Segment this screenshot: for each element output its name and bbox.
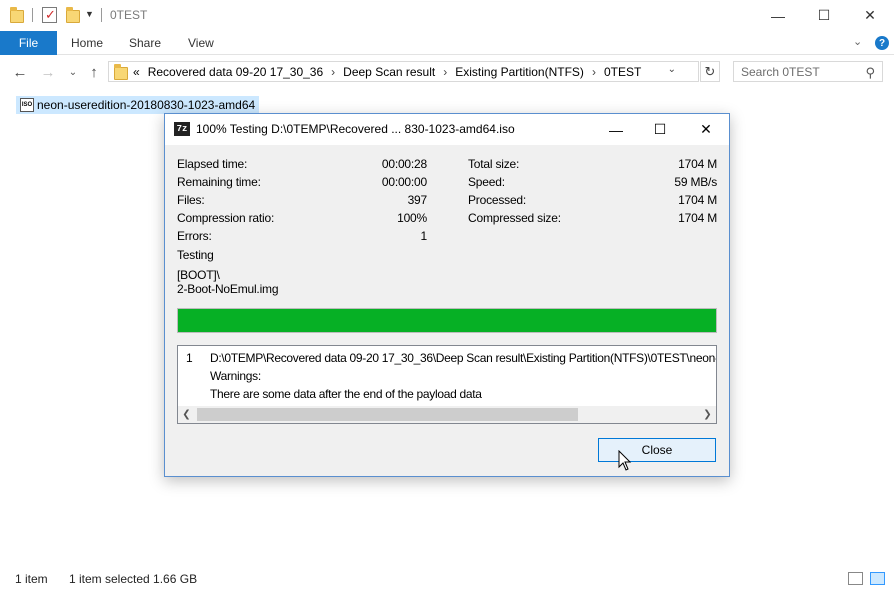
chevron-down-icon[interactable]: ⌄ xyxy=(668,64,676,75)
folder-icon xyxy=(10,6,24,25)
files-label: Files: xyxy=(177,193,205,207)
chevron-right-icon[interactable]: › xyxy=(443,65,447,79)
tab-file[interactable]: File xyxy=(0,31,57,55)
maximize-button[interactable]: ☐ xyxy=(801,0,847,31)
search-icon[interactable]: ⚲ xyxy=(865,65,875,81)
recent-locations-chevron-icon[interactable]: ⌄ xyxy=(63,62,83,82)
horizontal-scrollbar[interactable]: ❮ ❯ xyxy=(178,406,716,423)
ribbon: File Home Share View ⌄ ? xyxy=(0,31,894,55)
selection-info: 1 item selected 1.66 GB xyxy=(69,572,198,586)
processed-label: Processed: xyxy=(468,193,527,207)
breadcrumb: « Recovered data 09-20 17_30_36 › Deep S… xyxy=(133,65,641,79)
7zip-icon: 7z xyxy=(174,122,190,136)
details-view-icon[interactable] xyxy=(848,572,863,585)
files-value: 397 xyxy=(407,193,428,207)
remaining-time-value: 00:00:00 xyxy=(381,175,427,189)
progress-fill xyxy=(178,309,716,332)
close-button[interactable]: Close xyxy=(598,438,716,462)
compression-ratio-label: Compression ratio: xyxy=(177,211,275,225)
total-size-value: 1704 M xyxy=(678,157,717,171)
dialog-title: 100% Testing D:\0TEMP\Recovered ... 830-… xyxy=(196,122,515,136)
elapsed-time-value: 00:00:28 xyxy=(381,157,427,171)
mouse-cursor-icon xyxy=(618,450,632,471)
progress-bar xyxy=(177,308,717,333)
dialog-close-button[interactable]: ✕ xyxy=(683,114,729,145)
new-folder-icon[interactable] xyxy=(66,6,80,25)
explorer-title-bar: ▼ 0TEST — ☐ ✕ xyxy=(0,0,894,31)
operation-label: Testing xyxy=(177,248,214,262)
back-arrow-icon[interactable]: ← xyxy=(10,62,30,82)
folder-icon xyxy=(114,64,128,80)
chevron-right-icon[interactable]: › xyxy=(331,65,335,79)
tab-home[interactable]: Home xyxy=(71,31,103,55)
errors-label: Errors: xyxy=(177,229,212,243)
tab-view[interactable]: View xyxy=(188,31,214,55)
refresh-icon[interactable]: ↻ xyxy=(700,61,720,82)
iso-file-icon: ISO xyxy=(20,98,34,112)
current-file: 2-Boot-NoEmul.img xyxy=(177,282,279,296)
processed-value: 1704 M xyxy=(678,193,717,207)
forward-arrow-icon[interactable]: → xyxy=(38,62,58,82)
divider xyxy=(32,8,33,22)
customize-quick-access-icon[interactable]: ▼ xyxy=(85,9,94,19)
properties-icon[interactable] xyxy=(42,7,57,23)
help-icon[interactable]: ? xyxy=(875,36,889,50)
total-size-label: Total size: xyxy=(468,157,520,171)
status-bar: 1 item 1 item selected 1.66 GB xyxy=(0,568,894,591)
scroll-right-icon[interactable]: ❯ xyxy=(699,406,716,423)
file-name: neon-useredition-20180830-1023-amd64 xyxy=(37,98,256,112)
large-icons-view-icon[interactable] xyxy=(870,572,885,585)
errors-value: 1 xyxy=(420,229,428,243)
chevron-right-icon[interactable]: › xyxy=(592,65,596,79)
item-count: 1 item xyxy=(15,572,48,586)
search-placeholder: Search 0TEST xyxy=(741,65,820,79)
current-folder: [BOOT]\ xyxy=(177,268,220,282)
scrollbar-thumb[interactable] xyxy=(197,408,578,421)
warning-text: There are some data after the end of the… xyxy=(210,387,482,401)
dialog-maximize-button[interactable]: ☐ xyxy=(637,114,683,145)
message-index: 1 xyxy=(186,351,193,365)
dialog-minimize-button[interactable]: — xyxy=(593,114,639,145)
testing-dialog: 7z 100% Testing D:\0TEMP\Recovered ... 8… xyxy=(164,113,730,477)
breadcrumb-item[interactable]: Existing Partition(NTFS) xyxy=(455,65,584,79)
up-arrow-icon[interactable]: ↑ xyxy=(84,62,104,82)
messages-list[interactable]: 1 D:\0TEMP\Recovered data 09-20 17_30_36… xyxy=(177,345,717,424)
speed-label: Speed: xyxy=(468,175,505,189)
remaining-time-label: Remaining time: xyxy=(177,175,261,189)
minimize-button[interactable]: — xyxy=(755,0,801,31)
expand-ribbon-icon[interactable]: ⌄ xyxy=(853,35,862,48)
search-input[interactable]: Search 0TEST ⚲ xyxy=(733,61,883,82)
tab-share[interactable]: Share xyxy=(129,31,161,55)
list-item[interactable]: ISO neon-useredition-20180830-1023-amd64 xyxy=(16,96,260,114)
breadcrumb-item[interactable]: 0TEST xyxy=(604,65,641,79)
warnings-label: Warnings: xyxy=(210,369,261,383)
elapsed-time-label: Elapsed time: xyxy=(177,157,248,171)
address-bar[interactable]: « Recovered data 09-20 17_30_36 › Deep S… xyxy=(108,61,699,82)
dialog-title-bar: 7z 100% Testing D:\0TEMP\Recovered ... 8… xyxy=(165,114,729,145)
speed-value: 59 MB/s xyxy=(674,175,717,189)
breadcrumb-item[interactable]: Recovered data 09-20 17_30_36 xyxy=(148,65,323,79)
compressed-size-label: Compressed size: xyxy=(468,211,561,225)
scroll-left-icon[interactable]: ❮ xyxy=(178,406,195,423)
message-path: D:\0TEMP\Recovered data 09-20 17_30_36\D… xyxy=(210,351,717,365)
compressed-size-value: 1704 M xyxy=(678,211,717,225)
close-window-button[interactable]: ✕ xyxy=(847,0,893,31)
breadcrumb-item[interactable]: Deep Scan result xyxy=(343,65,435,79)
compression-ratio-value: 100% xyxy=(397,211,427,225)
divider xyxy=(101,8,102,22)
window-title: 0TEST xyxy=(110,8,148,22)
breadcrumb-overflow[interactable]: « xyxy=(133,65,140,79)
